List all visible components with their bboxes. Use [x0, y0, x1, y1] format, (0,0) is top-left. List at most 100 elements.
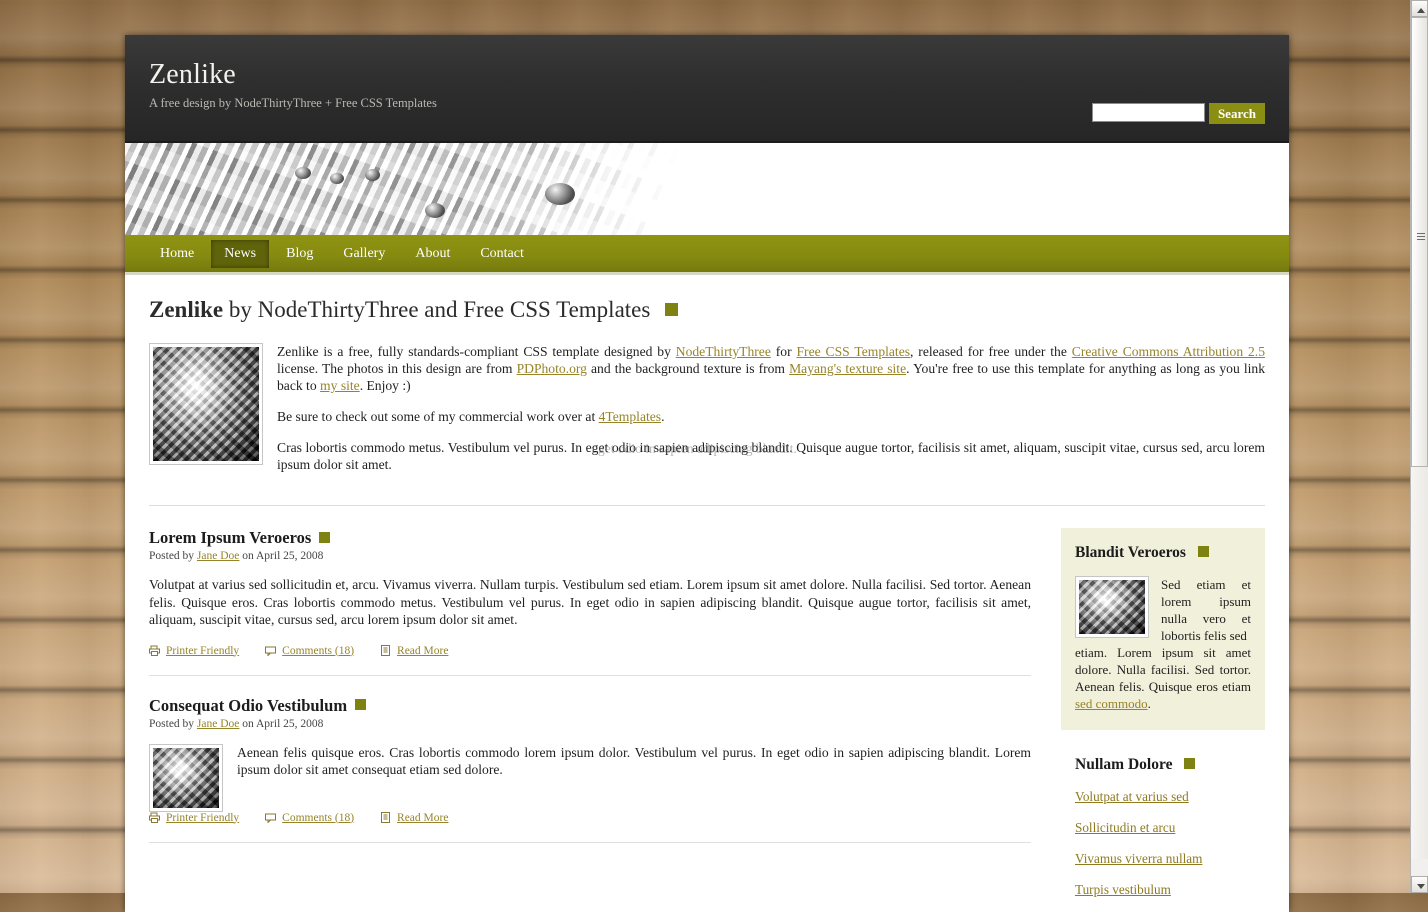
nav-item-about[interactable]: About — [402, 240, 463, 268]
intro-text: Cras lobortis commodo metus. Vestibulum … — [277, 440, 1265, 472]
nav-item-contact[interactable]: Contact — [467, 240, 537, 268]
banner-photo — [125, 143, 1289, 235]
list-item: Vivamus viverra nullam — [1075, 850, 1251, 868]
list-item: Volutpat at varius sed — [1075, 788, 1251, 806]
link-mayang[interactable]: Mayang's texture site — [789, 361, 906, 376]
post-article: Consequat Odio Vestibulum Posted by Jane … — [149, 696, 1031, 838]
post-body: Volutpat at varius sed sollicitudin et, … — [149, 577, 1031, 627]
sidebar-text-wrap: Sed etiam et lorem ipsum nulla vero et l… — [1161, 577, 1251, 643]
nav-item-home[interactable]: Home — [147, 240, 207, 268]
post-link-label: Comments (18) — [282, 644, 355, 657]
sidebar-link-sed-commodo[interactable]: sed commodo — [1075, 696, 1148, 711]
post-thumbnail[interactable] — [149, 743, 223, 812]
post-link-comments-18[interactable]: Comments (18) — [265, 812, 354, 824]
post-link-label: Read More — [397, 811, 449, 824]
post-author-link[interactable]: Jane Doe — [197, 718, 239, 730]
nav-item-blog[interactable]: Blog — [273, 240, 326, 268]
intro-paragraph-3: Cras lobortis commodo metus. Vestibulum … — [277, 439, 1265, 473]
intro-text: . — [661, 409, 665, 424]
intro-text: for — [770, 344, 797, 359]
link-my-site[interactable]: my site — [320, 378, 360, 393]
scrollbar-thumb[interactable] — [1411, 17, 1428, 467]
scrollbar-track[interactable] — [1411, 17, 1428, 859]
intro-thumbnail[interactable] — [149, 343, 263, 465]
square-marker-icon — [355, 699, 367, 711]
post-link-read-more[interactable]: Read More — [380, 645, 448, 657]
sidebar-nav-link[interactable]: Sollicitudin et arcu — [1075, 820, 1175, 835]
square-marker-icon — [665, 303, 679, 317]
site-tagline: A free design by NodeThirtyThree + Free … — [149, 96, 437, 110]
post-body: Aenean felis quisque eros. Cras lobortis… — [237, 744, 1031, 778]
post-link-comments-18[interactable]: Comments (18) — [265, 645, 354, 657]
search-input[interactable] — [1091, 103, 1205, 122]
post-meta: Posted by Jane Doe on April 25, 2008 — [149, 718, 1031, 730]
post-link-read-more[interactable]: Read More — [380, 812, 448, 824]
post-link-label: Printer Friendly — [166, 644, 240, 657]
site-logo[interactable]: Zenlike A free design by NodeThirtyThree… — [149, 61, 437, 111]
link-creative-commons[interactable]: Creative Commons Attribution 2.5 — [1072, 344, 1265, 359]
search-button[interactable]: Search — [1208, 103, 1265, 124]
square-marker-icon — [1197, 545, 1209, 557]
link-pdphoto[interactable]: PDPhoto.org — [517, 361, 587, 376]
list-item: Sollicitudin et arcu — [1075, 819, 1251, 837]
page-container: Zenlike A free design by NodeThirtyThree… — [125, 35, 1289, 912]
page-title: Zenlike by NodeThirtyThree and Free CSS … — [149, 297, 1265, 323]
link-4templates[interactable]: 4Templates — [599, 409, 661, 424]
banner-detail — [295, 167, 311, 179]
banner-detail — [365, 169, 380, 181]
link-free-css-templates[interactable]: Free CSS Templates — [797, 344, 911, 359]
scroll-down-button[interactable] — [1411, 876, 1428, 893]
intro-text: and the background texture is from — [586, 361, 790, 376]
intro-paragraph-1: Zenlike is a free, fully standards-compl… — [277, 343, 1265, 394]
banner-detail — [330, 173, 344, 184]
main-navigation: Home News Blog Gallery About Contact — [125, 235, 1289, 275]
post-meta-date: on April 25, 2008 — [239, 717, 324, 730]
dragon-photo — [153, 747, 219, 808]
banner-detail — [425, 203, 445, 218]
page-scrollbar[interactable] — [1410, 0, 1428, 893]
post-title: Consequat Odio Vestibulum — [149, 696, 1031, 716]
intro-text: Be sure to check out some of my commerci… — [277, 409, 599, 424]
intro-section: Zenlike is a free, fully standards-compl… — [149, 343, 1265, 487]
post-link-label: Printer Friendly — [166, 811, 240, 824]
sidebar-widget-title: Blandit Veroeros — [1075, 544, 1251, 562]
post-link-printer-friendly[interactable]: Printer Friendly — [149, 812, 239, 824]
scroll-up-button[interactable] — [1411, 0, 1428, 17]
intro-body: Zenlike is a free, fully standards-compl… — [277, 343, 1265, 487]
post-links: Printer Friendly Comments (18) Read More — [149, 812, 1031, 838]
main-column: Lorem Ipsum Veroeros Posted by Jane Doe o… — [149, 528, 1031, 912]
statue-photo — [153, 347, 259, 461]
post-body-with-thumbnail: Aenean felis quisque eros. Cras lobortis… — [149, 743, 1031, 812]
site-title: Zenlike — [149, 59, 236, 90]
sidebar-title-text: Nullam Dolore — [1075, 756, 1173, 773]
sidebar-nav-link[interactable]: Turpis vestibulum — [1075, 882, 1171, 897]
sidebar-nav-link[interactable]: Volutpat at varius sed — [1075, 789, 1189, 804]
columns-wrapper: Lorem Ipsum Veroeros Posted by Jane Doe o… — [149, 506, 1265, 912]
sidebar-widget-nullam: Nullam Dolore Volutpat at varius sed Soll… — [1061, 756, 1265, 899]
pine-photo — [1079, 580, 1145, 634]
intro-text: . Enjoy :) — [359, 378, 411, 393]
post-author-link[interactable]: Jane Doe — [197, 550, 239, 562]
sidebar-widget-blandit: Blandit Veroeros Sed etiam et lorem ipsu… — [1061, 528, 1265, 730]
sidebar-widget-title: Nullam Dolore — [1075, 756, 1251, 774]
square-marker-icon — [319, 531, 331, 543]
sidebar-thumbnail[interactable] — [1075, 576, 1149, 638]
sidebar-link-list: Volutpat at varius sed Sollicitudin et ar… — [1075, 788, 1251, 899]
scrollbar-grip — [1417, 233, 1425, 240]
banner-image — [125, 143, 1289, 235]
post-meta: Posted by Jane Doe on April 25, 2008 — [149, 550, 1031, 562]
document-icon — [380, 645, 391, 656]
intro-paragraph-2: Be sure to check out some of my commerci… — [277, 408, 1265, 425]
post-link-printer-friendly[interactable]: Printer Friendly — [149, 645, 239, 657]
document-icon — [380, 812, 391, 823]
sidebar-text-end: . — [1147, 696, 1151, 711]
nav-item-gallery[interactable]: Gallery — [330, 240, 398, 268]
nav-item-news[interactable]: News — [211, 239, 270, 268]
printer-icon — [149, 645, 160, 656]
sidebar-nav-link[interactable]: Vivamus viverra nullam — [1075, 851, 1202, 866]
site-header: Zenlike A free design by NodeThirtyThree… — [125, 35, 1289, 143]
link-nodethirtythree[interactable]: NodeThirtyThree — [676, 344, 771, 359]
post-title-text: Consequat Odio Vestibulum — [149, 695, 348, 715]
post-link-label: Read More — [397, 644, 449, 657]
post-separator — [149, 674, 1031, 676]
